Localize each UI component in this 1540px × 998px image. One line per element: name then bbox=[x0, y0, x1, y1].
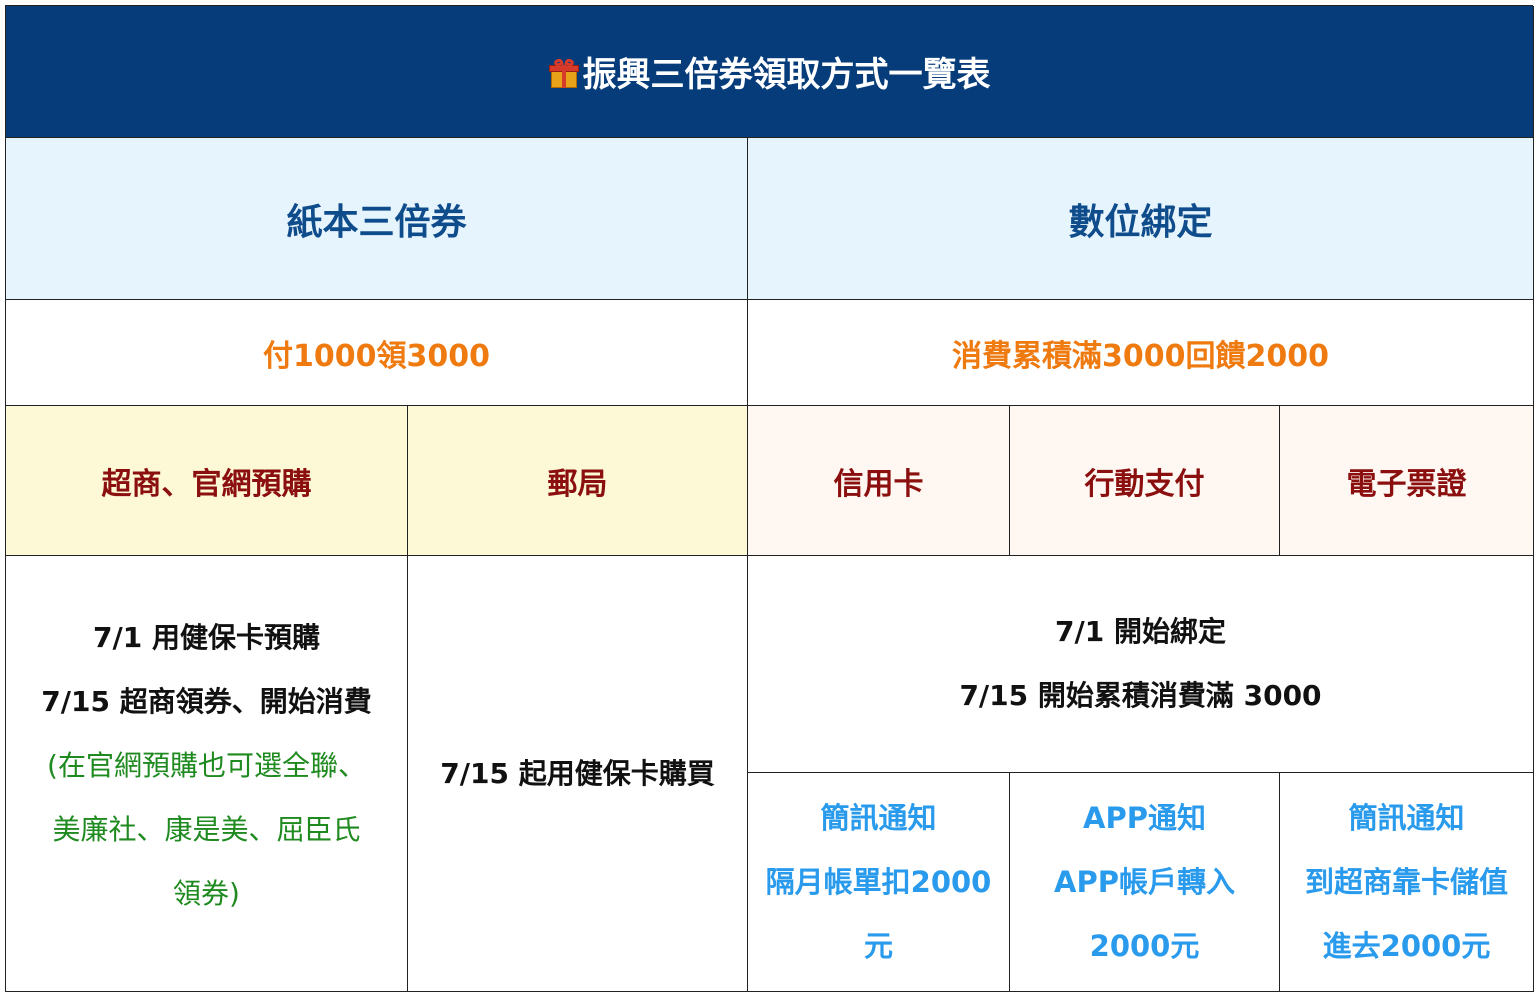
refund-detail-cont: 進去2000元 bbox=[1322, 929, 1491, 963]
store-note-line2: 美廉社、康是美、屈臣氏 bbox=[52, 813, 361, 846]
refund-detail: 到超商靠卡儲值 bbox=[1304, 865, 1508, 899]
gift-icon bbox=[548, 57, 579, 89]
refund-detail: APP帳戶轉入 bbox=[1054, 865, 1235, 899]
method-store-preorder: 超商、官網預購 bbox=[6, 406, 408, 556]
digital-step-bind: 7/1 開始綁定 bbox=[1055, 615, 1226, 648]
store-step-pickup: 7/15 超商領券、開始消費 bbox=[41, 685, 372, 718]
store-steps-cell: 7/1 用健保卡預購 7/15 超商領券、開始消費 (在官網預購也可選全聯、 美… bbox=[6, 556, 408, 992]
refund-notice: 簡訊通知 bbox=[820, 801, 937, 835]
refund-detail: 隔月帳單扣2000 bbox=[765, 865, 992, 899]
refund-credit-card: 簡訊通知 隔月帳單扣2000 元 bbox=[748, 773, 1010, 992]
store-note-line1: (在官網預購也可選全聯、 bbox=[47, 749, 366, 782]
digital-step-accumulate: 7/15 開始累積消費滿 3000 bbox=[959, 679, 1322, 712]
digital-steps-cell: 7/1 開始綁定 7/15 開始累積消費滿 3000 bbox=[748, 556, 1534, 773]
digital-binding-heading: 數位綁定 bbox=[748, 138, 1534, 300]
post-office-steps: 7/15 起用健保卡購買 bbox=[408, 556, 748, 992]
refund-detail-cont: 2000元 bbox=[1089, 929, 1200, 963]
refund-notice: APP通知 bbox=[1083, 801, 1206, 835]
method-credit-card: 信用卡 bbox=[748, 406, 1010, 556]
refund-detail-cont: 元 bbox=[863, 929, 893, 963]
method-e-ticket: 電子票證 bbox=[1280, 406, 1534, 556]
table-title-text: 振興三倍券領取方式一覽表 bbox=[582, 55, 991, 95]
method-mobile-payment: 行動支付 bbox=[1010, 406, 1280, 556]
method-post-office: 郵局 bbox=[408, 406, 748, 556]
store-note-line3: 領券) bbox=[173, 877, 240, 910]
table-title: 振興三倍券領取方式一覽表 bbox=[6, 6, 1534, 138]
refund-e-ticket: 簡訊通知 到超商靠卡儲值 進去2000元 bbox=[1280, 773, 1534, 992]
paper-offer: 付1000領3000 bbox=[6, 300, 748, 406]
refund-mobile-payment: APP通知 APP帳戶轉入 2000元 bbox=[1010, 773, 1280, 992]
refund-notice: 簡訊通知 bbox=[1348, 801, 1465, 835]
paper-voucher-heading: 紙本三倍券 bbox=[6, 138, 748, 300]
digital-offer: 消費累積滿3000回饋2000 bbox=[748, 300, 1534, 406]
store-step-preorder: 7/1 用健保卡預購 bbox=[93, 621, 320, 654]
voucher-table: 振興三倍券領取方式一覽表 紙本三倍券 數位綁定 付1000領3000 消費累積滿… bbox=[5, 5, 1534, 992]
